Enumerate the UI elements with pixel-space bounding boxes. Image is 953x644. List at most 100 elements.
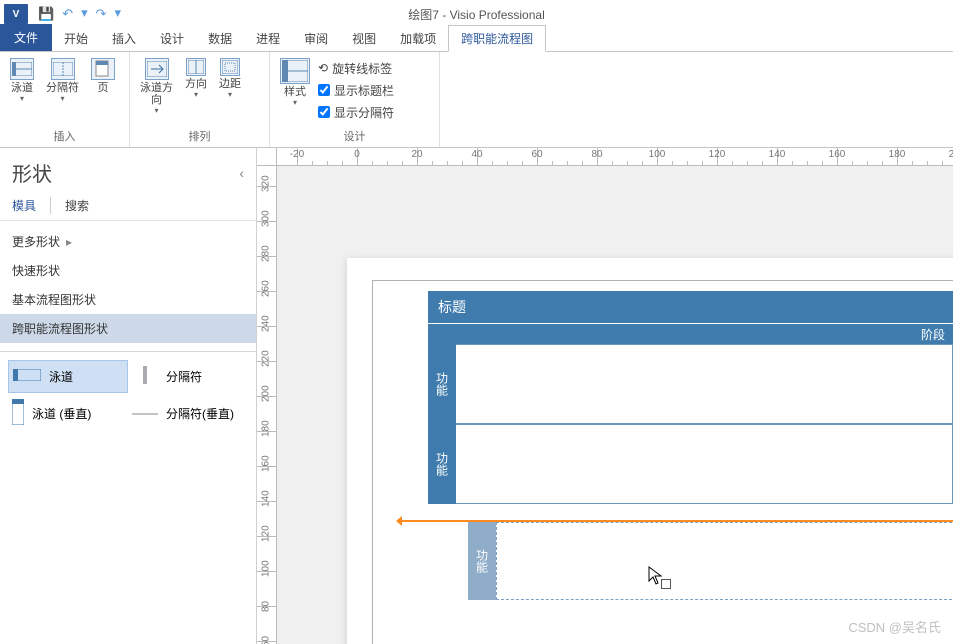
lane-direction-label: 泳道方 向 (140, 82, 173, 106)
orientation-button[interactable]: 方向 ▾ (181, 56, 211, 117)
ribbon: 泳道 ▾ 分隔符 ▾ 页 插入 泳道方 向 ▾ 方向 (0, 52, 953, 148)
quick-shapes-item[interactable]: 快速形状 (0, 256, 256, 285)
chevron-right-icon: ▸ (66, 235, 72, 249)
swimlane-v-shape-icon (12, 399, 24, 428)
watermark: CSDN @吴名氏 (848, 617, 941, 636)
more-shapes-label: 更多形状 (12, 233, 60, 250)
move-hint-icon (661, 579, 671, 589)
show-title-checkbox[interactable]: 显示标题栏 (318, 80, 394, 100)
cff-title[interactable]: 标题 (428, 291, 953, 324)
quick-access-toolbar: 💾 ↶ ▾ ↷ ▾ (32, 6, 127, 22)
page-button[interactable]: 页 (87, 56, 119, 105)
collapse-icon[interactable]: ‹ (239, 165, 244, 181)
swimlane-shape-icon (13, 369, 41, 384)
cff-shapes-item[interactable]: 跨职能流程图形状 (0, 314, 256, 343)
redo-icon[interactable]: ↷ (96, 6, 107, 22)
margin-button[interactable]: 边距 ▾ (215, 56, 245, 117)
separator-dropdown-icon: ▾ (60, 94, 64, 103)
style-dropdown-icon: ▾ (293, 98, 297, 107)
rotate-labels-checkbox[interactable]: ⟲ 旋转线标签 (318, 58, 394, 78)
save-icon[interactable]: 💾 (38, 6, 54, 22)
shapes-title: 形状 (12, 158, 52, 187)
show-title-text: 显示标题栏 (334, 82, 394, 99)
tab-data[interactable]: 数据 (196, 26, 244, 51)
shape-swimlane-v-label: 泳道 (垂直) (32, 405, 91, 422)
rotate-labels-text: 旋转线标签 (332, 60, 392, 77)
ribbon-group-arrange: 泳道方 向 ▾ 方向 ▾ 边距 ▾ 排列 (130, 52, 270, 147)
rotate-icon: ⟲ (318, 61, 328, 75)
separator-v-shape-icon (132, 407, 158, 421)
separator-shape-icon (132, 366, 158, 387)
shapes-panel: 形状 ‹ 模具 搜索 更多形状 ▸ 快速形状 基本流程图形状 跨职能流程图形状 … (0, 148, 257, 644)
tab-home[interactable]: 开始 (52, 26, 100, 51)
more-shapes-item[interactable]: 更多形状 ▸ (0, 227, 256, 256)
tab-insert[interactable]: 插入 (100, 26, 148, 51)
title-bar: V 💾 ↶ ▾ ↷ ▾ 绘图7 - Visio Professional (0, 0, 953, 28)
margin-label: 边距 (219, 78, 241, 90)
basic-flow-item[interactable]: 基本流程图形状 (0, 285, 256, 314)
style-button[interactable]: 样式 ▾ (276, 56, 314, 109)
stencil-shapes-grid: 泳道 分隔符 泳道 (垂直) 分隔符(垂直) (0, 354, 256, 440)
undo-dropdown[interactable]: ▾ (81, 5, 88, 21)
group-caption-insert: 插入 (0, 128, 129, 147)
swimlane-dropdown-icon: ▾ (20, 94, 24, 103)
shape-separator[interactable]: 分隔符 (128, 360, 248, 393)
show-separator-text: 显示分隔符 (334, 104, 394, 121)
window-title: 绘图7 - Visio Professional (408, 6, 545, 23)
style-label: 样式 (284, 86, 306, 98)
lane-1-body[interactable] (456, 344, 953, 424)
show-separator-checkbox[interactable]: 显示分隔符 (318, 102, 394, 122)
lane-row-1[interactable]: 功能 (428, 344, 953, 424)
tab-addins[interactable]: 加载项 (388, 26, 448, 51)
separator-button[interactable]: 分隔符 ▾ (42, 56, 83, 105)
tab-process[interactable]: 进程 (244, 26, 292, 51)
tab-cross-functional[interactable]: 跨职能流程图 (448, 25, 546, 52)
orientation-dropdown-icon: ▾ (194, 90, 198, 99)
tab-design[interactable]: 设计 (148, 26, 196, 51)
tab-stencil[interactable]: 模具 (12, 197, 36, 214)
shape-swimlane-label: 泳道 (49, 368, 73, 385)
margin-dropdown-icon: ▾ (228, 90, 232, 99)
tab-view[interactable]: 视图 (340, 26, 388, 51)
lane-2-label[interactable]: 功能 (428, 424, 456, 504)
swimlane-label: 泳道 (11, 82, 33, 94)
shapes-tabs: 模具 搜索 (0, 191, 256, 221)
ribbon-group-design: 样式 ▾ ⟲ 旋转线标签 显示标题栏 显示分隔符 设计 (270, 52, 440, 147)
orientation-label: 方向 (185, 78, 207, 90)
ghost-lane-body (496, 522, 953, 600)
tab-search[interactable]: 搜索 (65, 197, 89, 214)
app-logo: V (4, 4, 28, 24)
ghost-lane-label: 功能 (468, 522, 496, 600)
tab-review[interactable]: 审阅 (292, 26, 340, 51)
lane-direction-button[interactable]: 泳道方 向 ▾ (136, 56, 177, 117)
canvas[interactable]: -20020406080100120140160180200220 320300… (257, 148, 953, 644)
ribbon-tabs: 文件 开始 插入 设计 数据 进程 审阅 视图 加载项 跨职能流程图 (0, 28, 953, 52)
ruler-corner (257, 148, 277, 166)
separator-label: 分隔符 (46, 82, 79, 94)
drop-cap-left (396, 516, 402, 526)
ruler-horizontal: -20020406080100120140160180200220 (277, 148, 953, 166)
page-label: 页 (98, 82, 109, 94)
stencil-list: 更多形状 ▸ 快速形状 基本流程图形状 跨职能流程图形状 (0, 221, 256, 349)
shape-separator-v[interactable]: 分隔符(垂直) (128, 393, 248, 434)
shapes-tab-sep (50, 197, 51, 214)
group-caption-arrange: 排列 (130, 128, 269, 147)
ruler-vertical: 3203002802602402202001801601401201008060 (257, 166, 277, 644)
lane-2-body[interactable] (456, 424, 953, 504)
shape-separator-v-label: 分隔符(垂直) (166, 405, 234, 422)
ribbon-group-insert: 泳道 ▾ 分隔符 ▾ 页 插入 (0, 52, 130, 147)
cff-container[interactable]: 标题 阶段 功能 功能 (428, 291, 953, 504)
qat-customize[interactable]: ▾ (115, 5, 122, 21)
undo-icon[interactable]: ↶ (62, 6, 73, 22)
cff-phase[interactable]: 阶段 (428, 324, 953, 344)
lane-direction-dropdown-icon: ▾ (154, 106, 158, 115)
shape-swimlane[interactable]: 泳道 (8, 360, 128, 393)
shape-swimlane-v[interactable]: 泳道 (垂直) (8, 393, 128, 434)
swimlane-button[interactable]: 泳道 ▾ (6, 56, 38, 105)
drag-preview: 功能 (402, 520, 953, 600)
shape-separator-label: 分隔符 (166, 368, 202, 385)
lane-row-2[interactable]: 功能 (428, 424, 953, 504)
tab-file[interactable]: 文件 (0, 24, 52, 51)
lane-1-label[interactable]: 功能 (428, 344, 456, 424)
workspace: 形状 ‹ 模具 搜索 更多形状 ▸ 快速形状 基本流程图形状 跨职能流程图形状 … (0, 148, 953, 644)
